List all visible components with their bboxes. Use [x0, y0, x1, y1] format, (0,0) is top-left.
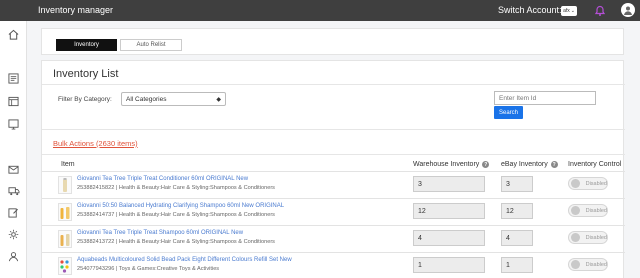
- category-filter-select[interactable]: All Categories ◆: [121, 92, 226, 106]
- account-value: afx: [563, 8, 570, 14]
- inventory-icon[interactable]: [7, 72, 20, 85]
- settings-icon[interactable]: [7, 228, 20, 241]
- user-icon: [624, 6, 632, 15]
- sidebar-brand: [0, 0, 27, 21]
- help-icon[interactable]: ?: [482, 161, 490, 168]
- product-thumbnail[interactable]: [58, 257, 72, 275]
- item-title-link[interactable]: Giovanni Tea Tree Triple Treat Shampoo 6…: [77, 230, 243, 236]
- item-meta: 253882413722 | Health & Beauty:Hair Care…: [77, 239, 275, 245]
- toggle-knob: [571, 260, 580, 269]
- warehouse-qty-field[interactable]: 3: [413, 176, 485, 192]
- inventory-control-toggle[interactable]: Disabled: [568, 177, 608, 190]
- toggle-label: Disabled: [585, 234, 607, 241]
- toggle-label: Disabled: [585, 207, 607, 214]
- bulk-actions-link[interactable]: Bulk Actions (2630 items): [53, 139, 138, 148]
- shipping-icon[interactable]: [7, 184, 20, 197]
- column-header-control-label: Inventory Control: [568, 161, 622, 168]
- warehouse-qty-field[interactable]: 1: [413, 257, 485, 273]
- toggle-knob: [571, 233, 580, 242]
- table-row: Giovanni Tea Tree Triple Treat Condition…: [42, 171, 625, 197]
- inventory-control-toggle[interactable]: Disabled: [568, 258, 608, 271]
- help-icon[interactable]: ?: [550, 161, 558, 168]
- chevron-down-icon: ⌄: [570, 8, 575, 14]
- warehouse-qty-field[interactable]: 4: [413, 230, 485, 246]
- product-thumbnail[interactable]: [58, 203, 72, 221]
- switch-account-label: Switch Account:: [498, 5, 562, 15]
- ebay-qty-field[interactable]: 4: [501, 230, 533, 246]
- top-bar: Inventory manager Switch Account: afx ⌄: [27, 0, 640, 21]
- caret-icon: ◆: [216, 96, 221, 103]
- ebay-qty-field[interactable]: 12: [501, 203, 533, 219]
- inventory-control-toggle[interactable]: Disabled: [568, 231, 608, 244]
- search-button[interactable]: Search: [494, 106, 523, 119]
- table-row: Giovanni Tea Tree Triple Treat Shampoo 6…: [42, 225, 625, 251]
- divider: [42, 84, 625, 85]
- bell-icon[interactable]: [594, 4, 606, 17]
- ebay-qty-field[interactable]: 1: [501, 257, 533, 273]
- category-filter-value: All Categories: [126, 95, 167, 103]
- sidebar: [0, 0, 27, 278]
- column-header-item-label: Item: [61, 161, 75, 168]
- messages-icon[interactable]: [7, 163, 20, 176]
- toggle-knob: [571, 206, 580, 215]
- divider: [42, 154, 625, 155]
- column-header-warehouse-label: Warehouse Inventory: [413, 161, 480, 168]
- tab-auto-relist[interactable]: Auto Relist: [120, 39, 182, 51]
- app-title: Inventory manager: [38, 5, 114, 15]
- divider: [42, 129, 625, 130]
- warehouse-qty-field[interactable]: 12: [413, 203, 485, 219]
- reports-icon[interactable]: [7, 118, 20, 131]
- avatar[interactable]: [621, 3, 635, 17]
- inventory-control-toggle[interactable]: Disabled: [568, 204, 608, 217]
- item-title-link[interactable]: Giovanni 50:50 Balanced Hydrating Clarif…: [77, 203, 284, 209]
- column-header-ebay: eBay Inventory ?: [501, 161, 558, 168]
- table-row: Giovanni 50:50 Balanced Hydrating Clarif…: [42, 198, 625, 224]
- item-title-link[interactable]: Aquabeads Multicoloured Solid Bead Pack …: [77, 257, 292, 263]
- edit-icon[interactable]: [7, 206, 20, 219]
- page-title: Inventory List: [53, 68, 119, 80]
- filter-label: Filter By Category:: [58, 96, 112, 103]
- tabs-card: Inventory Auto Relist: [41, 28, 624, 55]
- users-icon[interactable]: [7, 250, 20, 263]
- table-row: Aquabeads Multicoloured Solid Bead Pack …: [42, 252, 625, 278]
- toggle-knob: [571, 179, 580, 188]
- item-meta: 253882415822 | Health & Beauty:Hair Care…: [77, 185, 275, 191]
- tab-inventory[interactable]: Inventory: [56, 39, 117, 51]
- column-header-warehouse: Warehouse Inventory ?: [413, 161, 490, 168]
- toggle-label: Disabled: [585, 180, 607, 187]
- column-header-item: Item: [61, 161, 75, 168]
- column-header-control: Inventory Control: [568, 161, 621, 168]
- product-thumbnail[interactable]: [58, 230, 72, 248]
- item-meta: 253882414737 | Health & Beauty:Hair Care…: [77, 212, 275, 218]
- inventory-list-card: Inventory List Filter By Category: All C…: [41, 60, 625, 278]
- product-thumbnail[interactable]: [58, 176, 72, 194]
- item-meta: 254077943296 | Toys & Games:Creative Toy…: [77, 266, 220, 272]
- item-title-link[interactable]: Giovanni Tea Tree Triple Treat Condition…: [77, 176, 248, 182]
- ebay-qty-field[interactable]: 3: [501, 176, 533, 192]
- column-header-ebay-label: eBay Inventory: [501, 161, 548, 168]
- account-select[interactable]: afx ⌄: [561, 6, 577, 16]
- toggle-label: Disabled: [585, 261, 607, 268]
- listings-icon[interactable]: [7, 95, 20, 108]
- item-id-input[interactable]: [494, 91, 596, 105]
- home-icon[interactable]: [7, 28, 20, 41]
